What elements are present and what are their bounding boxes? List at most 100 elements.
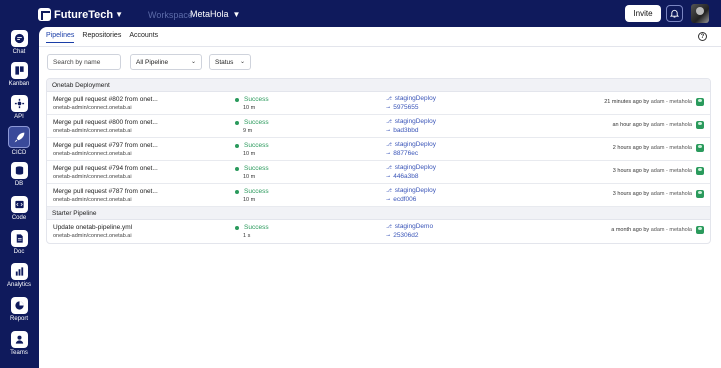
notifications-button[interactable] [666,5,683,22]
branch-link[interactable]: ⎇ stagingDeploy [386,95,436,102]
help-icon[interactable]: ? [698,32,707,41]
run-repo: onetab-admin/connect.onetab.ai [53,151,132,157]
branch-link[interactable]: ⎇ stagingDeploy [386,164,436,171]
status-dot-icon [235,166,239,171]
status-badge: Success [235,96,269,103]
chevron-down-icon: ⌄ [190,59,196,65]
commit-hash: bad3bbd [393,127,419,134]
document-icon [10,230,28,247]
status-dot-icon [235,120,239,125]
tab-repositories[interactable]: Repositories [82,32,121,43]
user-avatar[interactable] [691,4,709,23]
run-time: 3 hours ago by [612,168,650,174]
commit-link[interactable]: ⊸ 88776ec [386,150,418,157]
commit-link[interactable]: ⊸ ecdf006 [386,196,416,203]
commit-link[interactable]: ⊸ bad3bbd [386,127,419,134]
workspace-switcher[interactable]: MetaHola ▼ [190,9,240,19]
sidebar-item-api[interactable]: API [0,95,38,120]
run-time: 3 hours ago by [612,191,650,197]
run-time: 2 hours ago by [612,145,650,151]
status-select[interactable]: Status ⌄ [209,54,251,70]
sidebar-item-kanban[interactable]: Kanban [0,62,38,87]
run-action-icon[interactable] [696,226,704,234]
sidebar-item-doc[interactable]: Doc [0,230,38,255]
branch-name: stagingDeploy [394,141,436,148]
main-panel: Pipelines Repositories Accounts ? All Pi… [39,27,721,368]
invite-button[interactable]: Invite [625,5,661,22]
report-icon [10,297,28,314]
run-title[interactable]: Merge pull request #787 from onet... [53,188,158,195]
branch-name: stagingDeploy [394,187,436,194]
run-action-icon[interactable] [696,98,704,106]
run-action-icon[interactable] [696,167,704,175]
sidebar-item-report[interactable]: Report [0,297,38,322]
run-meta: 3 hours ago by adam - metahola [613,191,692,197]
run-repo: onetab-admin/connect.onetab.ai [53,128,132,134]
pipeline-run-row[interactable]: Merge pull request #800 from onet... one… [47,115,710,138]
pipeline-run-row[interactable]: Merge pull request #802 from onet... one… [47,92,710,115]
commit-icon: ⊸ [386,127,391,134]
run-repo: onetab-admin/connect.onetab.ai [53,197,132,203]
run-title[interactable]: Update onetab-pipeline.yml [53,224,132,231]
pipeline-run-row[interactable]: Merge pull request #787 from onet... one… [47,184,710,207]
run-title[interactable]: Merge pull request #794 from onet... [53,165,158,172]
sidebar-item-code[interactable]: Code [0,196,38,221]
run-title[interactable]: Merge pull request #802 from onet... [53,96,158,103]
branch-link[interactable]: ⎇ stagingDeploy [386,118,436,125]
sidebar-item-chat[interactable]: Chat [0,30,38,55]
chevron-down-icon: ▼ [115,10,123,19]
pipeline-run-row[interactable]: Update onetab-pipeline.yml onetab-admin/… [47,220,710,243]
branch-link[interactable]: ⎇ stagingDemo [386,223,433,230]
sidebar-item-cicd[interactable]: CICD [0,126,38,156]
commit-link[interactable]: ⊸ 446a3b8 [386,173,419,180]
tab-accounts[interactable]: Accounts [129,32,158,43]
pipeline-run-row[interactable]: Merge pull request #797 from onet... one… [47,138,710,161]
sidebar-item-db[interactable]: DB [0,162,38,187]
sidebar-item-label: Report [9,316,28,322]
tab-pipelines[interactable]: Pipelines [46,32,75,43]
pipeline-select[interactable]: All Pipeline ⌄ [130,54,202,70]
run-duration: 9 m [243,128,253,134]
branch-link[interactable]: ⎇ stagingDeploy [386,141,436,148]
run-action-icon[interactable] [696,144,704,152]
commit-link[interactable]: ⊸ 25306d2 [386,232,419,239]
run-duration: 10 m [243,197,256,203]
sidebar-item-label: Analytics [6,282,31,288]
commit-link[interactable]: ⊸ 5975655 [386,104,419,111]
run-author: adam - metahola [650,99,692,105]
branch-link[interactable]: ⎇ stagingDeploy [386,187,436,194]
branch-name: stagingDeploy [394,164,436,171]
pipeline-select-value: All Pipeline [136,58,169,66]
status-badge: Success [235,188,269,195]
commit-hash: 25306d2 [393,232,419,239]
run-action-icon[interactable] [696,121,704,129]
status-select-value: Status [215,58,234,66]
workspace-label: Workspace [148,10,193,20]
sidebar-item-analytics[interactable]: Analytics [0,263,38,288]
bell-icon [670,9,679,18]
run-title[interactable]: Merge pull request #800 from onet... [53,119,158,126]
sidebar-item-teams[interactable]: Teams [0,331,38,356]
code-icon [10,196,28,213]
pipeline-run-row[interactable]: Merge pull request #794 from onet... one… [47,161,710,184]
chevron-down-icon: ▼ [232,9,241,19]
commit-icon: ⊸ [386,196,391,203]
branch-name: stagingDeploy [394,118,436,125]
futuretech-logo-icon [38,8,51,21]
run-meta: 21 minutes ago by adam - metahola [604,99,692,105]
chevron-down-icon: ⌄ [239,59,245,65]
run-title[interactable]: Merge pull request #797 from onet... [53,142,158,149]
status-text: Success [244,165,269,172]
branch-icon: ⎇ [386,141,392,148]
brand-switcher[interactable]: FutureTech ▼ [38,8,123,21]
run-duration: 10 m [243,105,256,111]
sidebar-item-label: Doc [13,249,25,255]
commit-icon: ⊸ [386,232,391,239]
status-text: Success [244,142,269,149]
search-input[interactable] [47,54,121,70]
rocket-icon [8,126,30,148]
sidebar-item-label: Chat [12,49,26,55]
database-icon [10,162,28,179]
teams-icon [10,331,28,348]
run-action-icon[interactable] [696,190,704,198]
